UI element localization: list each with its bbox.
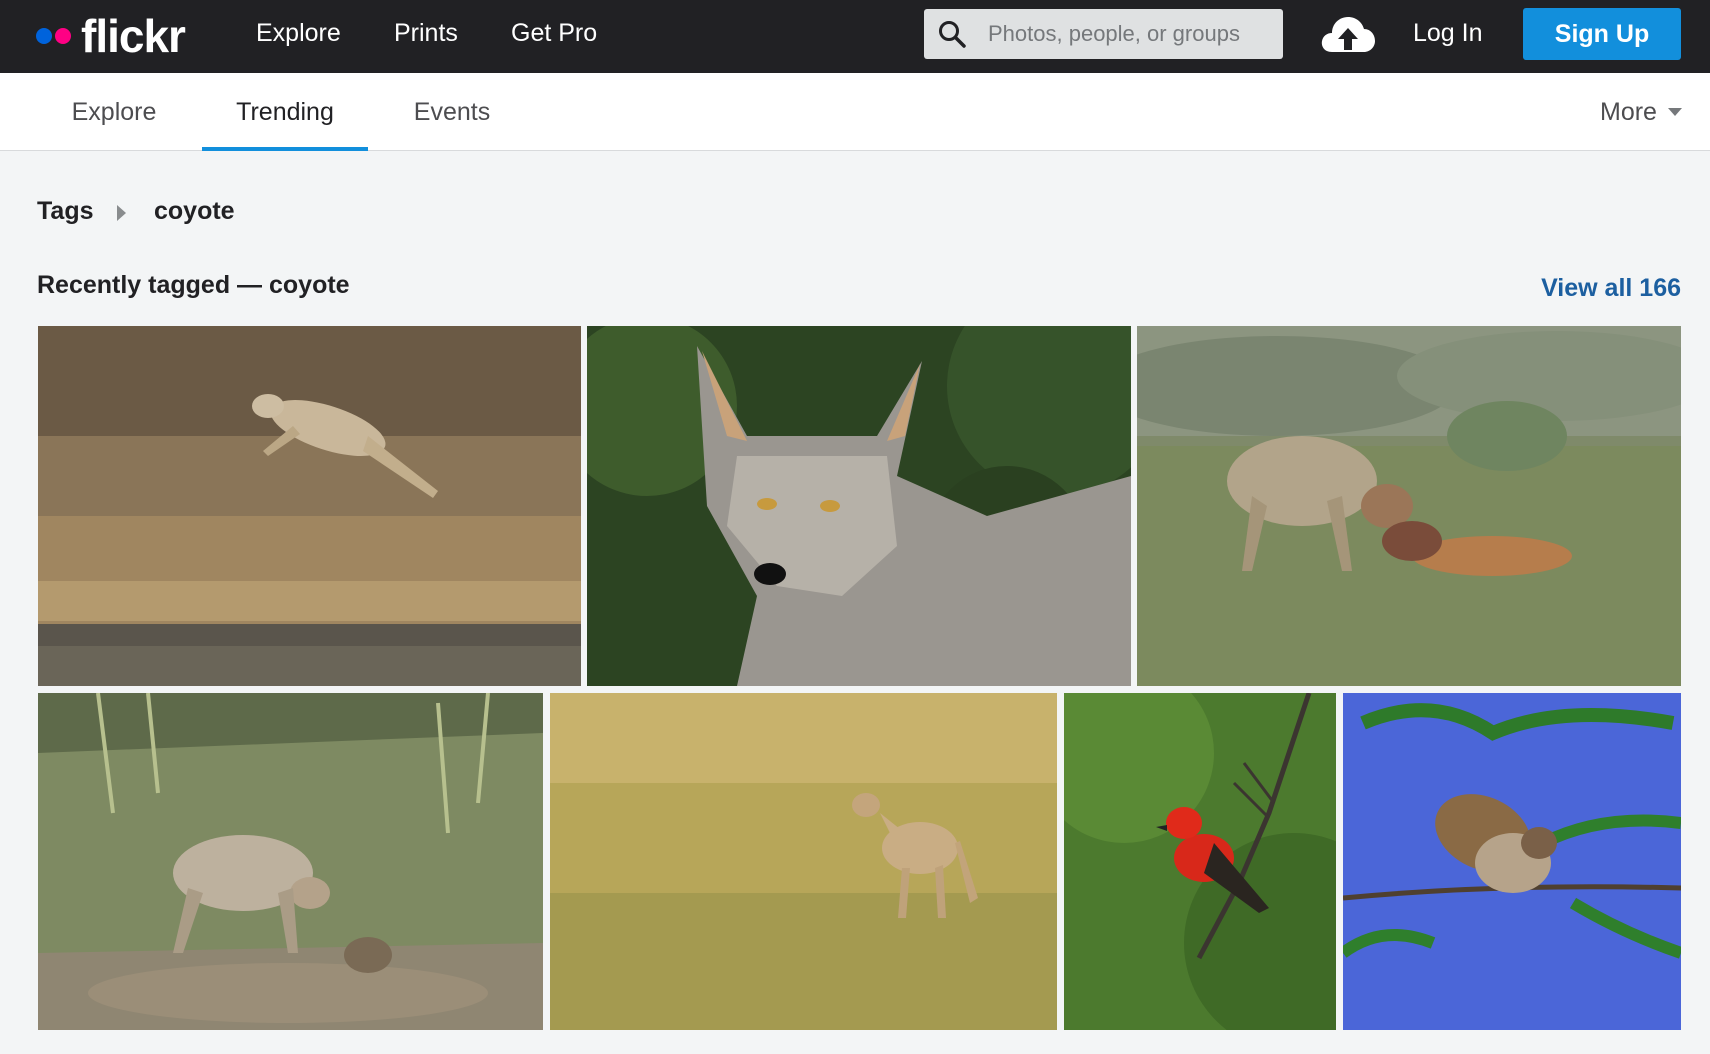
logo-pink-dot [55, 28, 71, 44]
signup-button[interactable]: Sign Up [1523, 8, 1681, 60]
section-title: Recently tagged — coyote [37, 271, 350, 299]
breadcrumb-tags[interactable]: Tags [37, 197, 94, 226]
photo-sparrow-on-branch [1343, 693, 1681, 1030]
nav-get-pro[interactable]: Get Pro [511, 0, 597, 67]
upload-cloud-icon[interactable] [1320, 14, 1376, 54]
photo-coyote-with-pup [38, 693, 543, 1030]
photo-coyote-leaping [38, 326, 581, 686]
photo-vermilion-flycatcher [1064, 693, 1336, 1030]
search-icon[interactable] [938, 20, 966, 48]
photo-tile[interactable] [1343, 693, 1681, 1030]
photo-coyote-golden-field [550, 693, 1057, 1030]
nav-explore[interactable]: Explore [256, 0, 341, 67]
active-tab-indicator [202, 147, 368, 151]
flickr-logo[interactable]: flickr [36, 8, 186, 64]
sub-nav: Explore Trending Events More [0, 73, 1710, 151]
photo-coyote-portrait [587, 326, 1131, 686]
search-input[interactable] [988, 9, 1273, 59]
breadcrumb-current: coyote [154, 197, 235, 225]
search-box[interactable] [924, 9, 1283, 59]
logo-wordmark: flickr [81, 10, 186, 62]
tab-events[interactable]: Events [398, 73, 506, 151]
photo-tile[interactable] [38, 693, 543, 1030]
photo-tile[interactable] [550, 693, 1057, 1030]
tab-explore[interactable]: Explore [56, 73, 172, 151]
photo-coyote-feeding [1137, 326, 1681, 686]
nav-prints[interactable]: Prints [394, 0, 458, 67]
more-menu[interactable]: More [1600, 73, 1657, 151]
breadcrumb-arrow-icon [117, 205, 126, 221]
photo-tile[interactable] [587, 326, 1131, 686]
chevron-down-icon[interactable] [1668, 108, 1682, 116]
logo-blue-dot [36, 28, 52, 44]
photo-tile[interactable] [38, 326, 581, 686]
photo-tile[interactable] [1137, 326, 1681, 686]
tab-trending[interactable]: Trending [202, 73, 368, 151]
login-link[interactable]: Log In [1413, 0, 1483, 67]
view-all-link[interactable]: View all 166 [1541, 274, 1681, 303]
photo-tile[interactable] [1064, 693, 1336, 1030]
top-bar: flickr Explore Prints Get Pro Log In Sig… [0, 0, 1710, 73]
